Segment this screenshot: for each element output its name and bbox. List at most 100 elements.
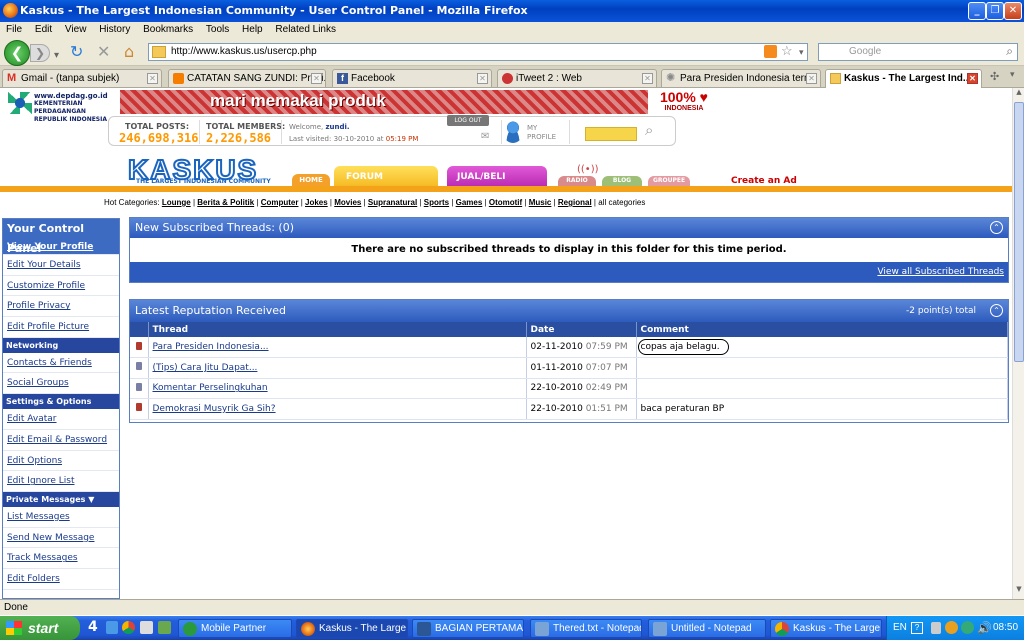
tab-gmail[interactable]: M Gmail - (tanpa subjek) ✕ <box>2 69 162 87</box>
hot-category-link[interactable]: Regional <box>558 198 592 207</box>
all-categories-link[interactable]: all categories <box>598 198 645 207</box>
sidebar-item-contacts[interactable]: Contacts & Friends <box>3 352 119 374</box>
view-all-subscribed-link[interactable]: View all Subscribed Threads <box>877 267 1004 277</box>
tab-kaskus[interactable]: Kaskus - The Largest Ind... ✕ <box>825 69 982 88</box>
nav-jualbeli-tab[interactable]: JUAL/BELI <box>447 166 547 188</box>
vertical-scrollbar[interactable]: ▲ ▼ <box>1012 88 1024 599</box>
tray-app-icon[interactable] <box>931 622 941 634</box>
menu-related-links[interactable]: Related Links <box>275 24 336 35</box>
nav-home-tab[interactable]: HOME <box>292 174 330 186</box>
language-indicator[interactable]: EN <box>893 616 907 640</box>
sidebar-item-edit-avatar[interactable]: Edit Avatar <box>3 409 119 430</box>
quicklaunch-app-icon[interactable] <box>140 621 153 634</box>
taskbar-word[interactable]: BAGIAN PERTAMA.... <box>412 619 524 638</box>
hot-category-link[interactable]: Games <box>456 198 483 207</box>
reload-icon[interactable]: ↻ <box>70 42 83 62</box>
minimize-button[interactable]: _ <box>968 2 986 20</box>
stop-icon[interactable]: ✕ <box>97 42 110 62</box>
hot-category-link[interactable]: Supranatural <box>368 198 417 207</box>
username[interactable]: zundi. <box>325 123 349 131</box>
sidebar-item-edit-folders[interactable]: Edit Folders <box>3 568 119 590</box>
back-button[interactable]: ❮ <box>4 40 30 66</box>
search-icon[interactable]: ⌕ <box>1006 43 1013 59</box>
ad-banner[interactable]: mari memakai produk 100% ♥ INDONESIA <box>120 90 720 114</box>
sidebar-item-edit-email[interactable]: Edit Email & Password <box>3 429 119 451</box>
tab-close-icon[interactable]: ✕ <box>477 73 488 84</box>
sidebar-item-social-groups[interactable]: Social Groups <box>3 373 119 395</box>
bookmark-star-icon[interactable]: ☆ <box>781 43 793 59</box>
thread-link[interactable]: Demokrasi Musyrik Ga Sih? <box>153 404 276 414</box>
sidebar-item-edit-profile-picture[interactable]: Edit Profile Picture <box>3 317 119 338</box>
url-dropdown-icon[interactable]: ▾ <box>799 44 804 60</box>
search-box[interactable]: Google ⌕ <box>818 43 1018 61</box>
maximize-button[interactable]: ❐ <box>986 2 1004 20</box>
sidebar-item-send-message[interactable]: Send New Message <box>3 527 119 549</box>
help-icon[interactable]: ? <box>911 622 923 634</box>
tab-close-icon[interactable]: ✕ <box>967 73 978 84</box>
hot-category-link[interactable]: Berita & Politik <box>197 198 254 207</box>
menu-history[interactable]: History <box>99 24 130 35</box>
logout-button[interactable]: LOG OUT <box>447 115 489 126</box>
tab-facebook[interactable]: f Facebook ✕ <box>332 69 492 87</box>
close-button[interactable]: ✕ <box>1004 2 1022 20</box>
menu-help[interactable]: Help <box>242 24 263 35</box>
new-tab-icon[interactable]: ✣ <box>990 70 999 83</box>
sidebar-item-customize-profile[interactable]: Customize Profile <box>3 275 119 297</box>
taskbar-mobile-partner[interactable]: Mobile Partner <box>178 619 292 638</box>
create-ad-link[interactable]: Create an Ad <box>731 176 797 186</box>
collapse-icon[interactable]: ⌃ <box>990 304 1003 317</box>
nav-forum-tab[interactable]: FORUM <box>334 166 438 188</box>
volume-icon[interactable]: 🔊 <box>977 616 992 640</box>
hot-category-link[interactable]: Lounge <box>162 198 191 207</box>
quicklaunch-app-icon[interactable] <box>106 621 118 634</box>
taskbar-notepad-thered[interactable]: Thered.txt - Notepad <box>530 619 642 638</box>
tab-close-icon[interactable]: ✕ <box>147 73 158 84</box>
tab-para-presiden[interactable]: ✺ Para Presiden Indonesia tern... ✕ <box>661 69 821 87</box>
tray-app-icon[interactable] <box>945 621 958 634</box>
quicklaunch-4-icon[interactable]: 4 <box>88 619 98 635</box>
thread-link[interactable]: (Tips) Cara Jitu Dapat... <box>153 363 258 373</box>
sidebar-item-edit-details[interactable]: Edit Your Details <box>3 255 119 276</box>
sidebar-item-list-messages[interactable]: List Messages <box>3 506 119 528</box>
sidebar-item-track-messages[interactable]: Track Messages <box>3 548 119 569</box>
sidebar-item-edit-ignore-list[interactable]: Edit Ignore List <box>3 471 119 492</box>
taskbar-kaskus-2[interactable]: Kaskus - The Large... <box>770 619 882 638</box>
scroll-thumb[interactable] <box>1014 102 1024 362</box>
mail-icon[interactable]: ✉ <box>481 131 489 142</box>
hot-category-link[interactable]: Sports <box>424 198 449 207</box>
taskbar-kaskus-1[interactable]: Kaskus - The Large... <box>296 619 408 638</box>
hot-category-link[interactable]: Computer <box>261 198 299 207</box>
history-dropdown-icon[interactable]: ▾ <box>54 46 59 66</box>
nav-blog-tab[interactable]: BLOG <box>602 176 642 186</box>
menu-tools[interactable]: Tools <box>206 24 229 35</box>
tab-itweet[interactable]: iTweet 2 : Web ✕ <box>497 69 657 87</box>
my-profile-link[interactable]: MY PROFILE <box>527 124 563 142</box>
collapse-icon[interactable]: ⌃ <box>990 221 1003 234</box>
url-bar[interactable]: http://www.kaskus.us/usercp.php ☆ ▾ <box>148 43 808 61</box>
rss-feed-icon[interactable] <box>764 45 777 58</box>
scroll-down-icon[interactable]: ▼ <box>1014 585 1024 597</box>
menu-file[interactable]: File <box>6 24 22 35</box>
thread-link[interactable]: Para Presiden Indonesia... <box>153 342 269 352</box>
sidebar-item-profile-privacy[interactable]: Profile Privacy <box>3 296 119 318</box>
forward-button[interactable]: ❯ <box>30 44 50 62</box>
menu-view[interactable]: View <box>65 24 87 35</box>
taskbar-notepad-untitled[interactable]: Untitled - Notepad <box>648 619 766 638</box>
menu-edit[interactable]: Edit <box>35 24 52 35</box>
tab-list-icon[interactable]: ▾ <box>1010 70 1015 80</box>
nav-groupee-tab[interactable]: GROUPEE <box>648 176 690 186</box>
profile-avatar-icon[interactable] <box>503 121 523 143</box>
scroll-up-icon[interactable]: ▲ <box>1014 88 1024 100</box>
hot-category-link[interactable]: Movies <box>334 198 361 207</box>
thread-link[interactable]: Komentar Perselingkuhan <box>153 383 268 393</box>
depdag-logo[interactable]: www.depdag.go.id KEMENTERIAN PERDAGANGAN… <box>6 92 116 123</box>
home-icon[interactable]: ⌂ <box>124 42 134 62</box>
chrome-icon[interactable] <box>122 621 135 634</box>
tab-close-icon[interactable]: ✕ <box>311 73 322 84</box>
hot-category-link[interactable]: Jokes <box>305 198 328 207</box>
hot-category-link[interactable]: Otomotif <box>489 198 522 207</box>
site-search-icon[interactable]: ⌕ <box>645 121 653 139</box>
hot-category-link[interactable]: Music <box>529 198 552 207</box>
tab-close-icon[interactable]: ✕ <box>806 73 817 84</box>
site-search-input[interactable] <box>585 127 637 141</box>
